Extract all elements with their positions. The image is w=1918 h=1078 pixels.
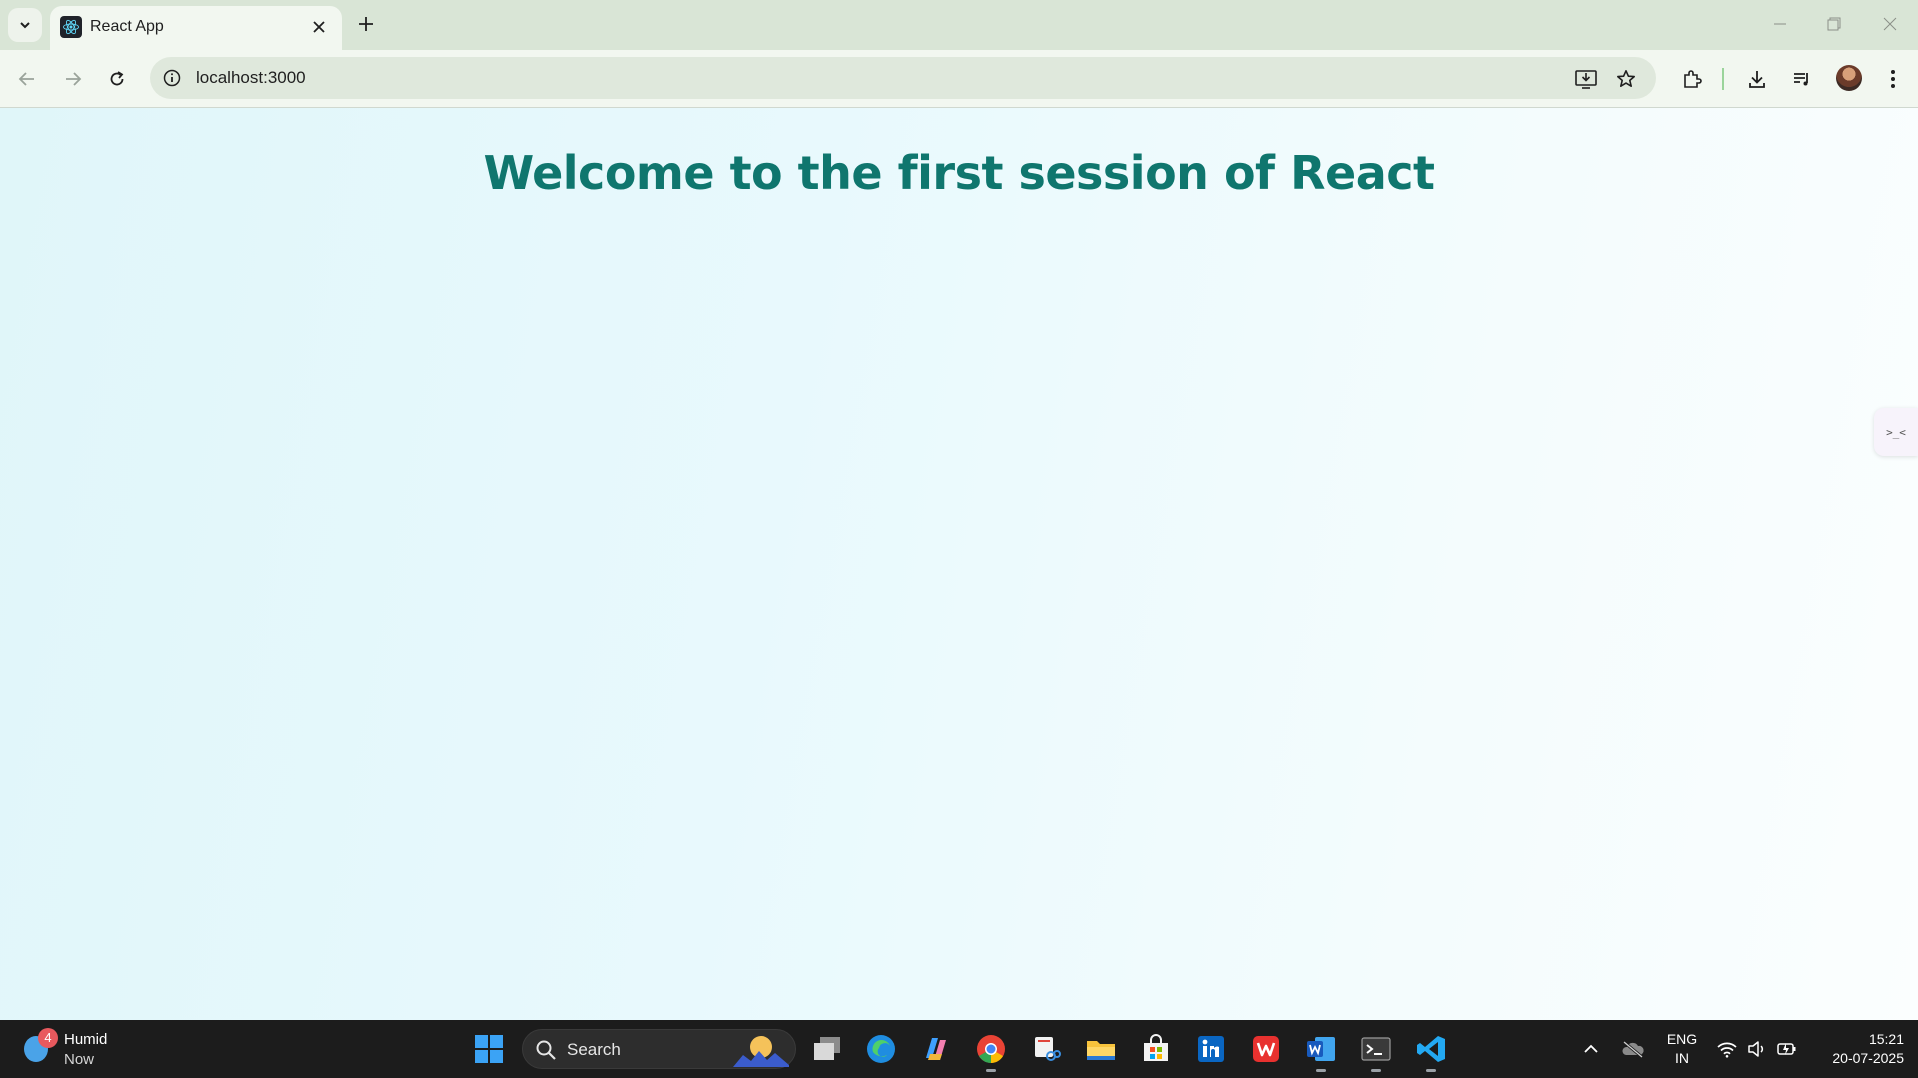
wifi-status[interactable] bbox=[1714, 1036, 1740, 1062]
restore-button[interactable] bbox=[1814, 8, 1854, 40]
windows-taskbar: 4 Humid Now Search ENG IN 15:21 20-07-20… bbox=[0, 1020, 1918, 1078]
battery-icon bbox=[1777, 1043, 1796, 1055]
taskbar-search-label: Search bbox=[567, 1040, 621, 1059]
download-icon bbox=[1749, 71, 1765, 88]
react-favicon-icon bbox=[60, 16, 82, 38]
language-indicator[interactable]: ENG IN bbox=[1662, 1030, 1702, 1068]
extensions-button[interactable] bbox=[1675, 62, 1709, 96]
install-app-button[interactable] bbox=[1572, 65, 1600, 93]
vscode-icon bbox=[1417, 1036, 1445, 1062]
close-window-button[interactable] bbox=[1870, 8, 1910, 40]
weather-title: Humid bbox=[64, 1031, 108, 1048]
wifi-icon bbox=[1717, 1042, 1737, 1058]
browser-menu-button[interactable] bbox=[1876, 62, 1910, 96]
browser-tabstrip: React App bbox=[0, 0, 1918, 50]
store-icon bbox=[1144, 1034, 1168, 1061]
snipping-tool-icon bbox=[1035, 1037, 1061, 1061]
onedrive-icon bbox=[1622, 1040, 1644, 1058]
back-button[interactable] bbox=[10, 62, 44, 96]
word-icon bbox=[1307, 1037, 1335, 1061]
snipping-tool-button[interactable] bbox=[1025, 1028, 1067, 1070]
running-indicator bbox=[1426, 1069, 1436, 1072]
windows-start-icon bbox=[475, 1035, 503, 1063]
word-button[interactable] bbox=[1300, 1028, 1342, 1072]
edge-icon bbox=[867, 1035, 895, 1063]
extensions-icon bbox=[1684, 70, 1702, 88]
running-indicator bbox=[1316, 1069, 1326, 1072]
page-viewport: Welcome to the first session of React >_… bbox=[0, 108, 1918, 1020]
address-bar[interactable]: localhost:3000 bbox=[150, 57, 1656, 99]
chevron-up-icon bbox=[1584, 1044, 1598, 1053]
wps-icon bbox=[1253, 1036, 1279, 1062]
back-arrow-icon bbox=[18, 72, 34, 86]
site-info-button[interactable] bbox=[160, 66, 184, 90]
battery-status[interactable] bbox=[1774, 1036, 1800, 1062]
info-icon bbox=[163, 69, 181, 87]
language-region: IN bbox=[1675, 1050, 1689, 1066]
running-indicator bbox=[986, 1069, 996, 1072]
close-icon bbox=[1883, 17, 1897, 31]
volume-icon bbox=[1748, 1041, 1764, 1057]
taskbar-search-box[interactable]: Search bbox=[522, 1029, 796, 1069]
reload-button[interactable] bbox=[100, 62, 134, 96]
clock-time: 15:21 bbox=[1868, 1031, 1904, 1047]
install-app-icon bbox=[1575, 70, 1597, 89]
chrome-icon bbox=[977, 1035, 1005, 1063]
chrome-button[interactable] bbox=[970, 1028, 1012, 1072]
search-icon bbox=[536, 1040, 556, 1060]
notification-badge: 4 bbox=[38, 1028, 58, 1048]
url-text[interactable]: localhost:3000 bbox=[196, 68, 306, 88]
file-explorer-button[interactable] bbox=[1080, 1028, 1122, 1070]
star-icon bbox=[1617, 70, 1635, 87]
menu-dots-icon bbox=[1891, 70, 1895, 88]
forward-button[interactable] bbox=[56, 62, 90, 96]
active-tab[interactable]: React App bbox=[50, 6, 342, 50]
system-clock[interactable]: 15:21 20-07-2025 bbox=[1812, 1030, 1904, 1068]
linkedin-button[interactable] bbox=[1190, 1028, 1232, 1070]
restore-icon bbox=[1827, 17, 1841, 31]
file-explorer-icon bbox=[1087, 1041, 1115, 1060]
edge-button[interactable] bbox=[860, 1028, 902, 1070]
plus-icon bbox=[359, 17, 373, 31]
bookmark-button[interactable] bbox=[1612, 65, 1640, 93]
tab-search-icon bbox=[20, 22, 30, 29]
toolbar-divider bbox=[1722, 68, 1724, 90]
weather-subtitle: Now bbox=[64, 1051, 95, 1068]
volume-status[interactable] bbox=[1744, 1036, 1770, 1062]
search-highlight-icon bbox=[733, 1036, 789, 1067]
show-hidden-icons-button[interactable] bbox=[1578, 1036, 1604, 1062]
page-heading: Welcome to the first session of React bbox=[483, 146, 1435, 200]
running-indicator bbox=[1371, 1069, 1381, 1072]
terminal-button[interactable] bbox=[1355, 1028, 1397, 1072]
wps-office-button[interactable] bbox=[1245, 1028, 1287, 1070]
tab-close-button[interactable] bbox=[308, 16, 330, 38]
onedrive-status[interactable] bbox=[1620, 1036, 1646, 1062]
minimize-button[interactable] bbox=[1760, 8, 1800, 40]
side-panel-widget[interactable]: >_< bbox=[1874, 408, 1918, 456]
reload-icon bbox=[110, 71, 124, 86]
new-tab-button[interactable] bbox=[352, 10, 380, 38]
close-icon bbox=[313, 21, 325, 33]
weather-widget[interactable]: 4 Humid Now bbox=[20, 1028, 140, 1070]
profile-avatar[interactable] bbox=[1836, 65, 1862, 91]
copilot-icon bbox=[926, 1038, 946, 1060]
store-button[interactable] bbox=[1135, 1028, 1177, 1070]
tab-title: React App bbox=[90, 18, 164, 35]
copilot-button[interactable] bbox=[915, 1028, 957, 1070]
tab-search-button[interactable] bbox=[8, 8, 42, 42]
vscode-button[interactable] bbox=[1410, 1028, 1452, 1072]
task-view-icon bbox=[814, 1037, 840, 1060]
forward-arrow-icon bbox=[66, 72, 82, 86]
linkedin-icon bbox=[1198, 1036, 1224, 1062]
task-view-button[interactable] bbox=[806, 1028, 848, 1070]
browser-toolbar: localhost:3000 bbox=[0, 50, 1918, 108]
clock-date: 20-07-2025 bbox=[1832, 1050, 1904, 1066]
minimize-icon bbox=[1774, 23, 1786, 25]
terminal-icon bbox=[1361, 1037, 1391, 1061]
downloads-button[interactable] bbox=[1740, 62, 1774, 96]
language-code: ENG bbox=[1666, 1031, 1698, 1047]
start-button[interactable] bbox=[468, 1028, 510, 1070]
media-control-button[interactable] bbox=[1785, 62, 1819, 96]
media-control-icon bbox=[1794, 73, 1808, 86]
